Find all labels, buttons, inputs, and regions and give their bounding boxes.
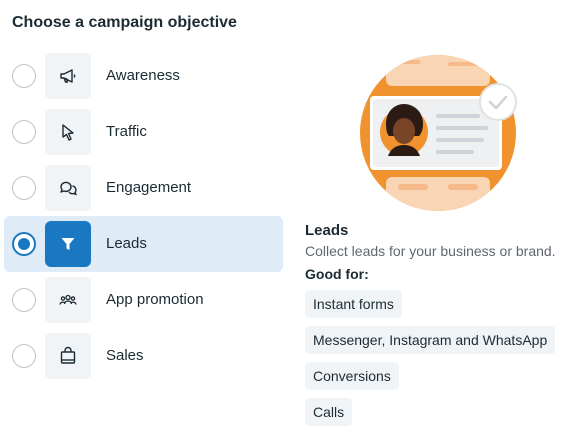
radio-awareness[interactable] — [12, 64, 36, 88]
good-for-label: Good for: — [305, 266, 369, 282]
option-traffic[interactable]: Traffic — [4, 104, 283, 160]
option-label: Traffic — [106, 123, 147, 140]
option-label: Sales — [106, 347, 144, 364]
good-for-chip: Calls — [305, 398, 353, 426]
good-for-chip: Conversions — [305, 362, 399, 390]
option-label: Awareness — [106, 67, 180, 84]
option-engagement[interactable]: Engagement — [4, 160, 283, 216]
objective-list: Awareness Traffic Engagement Leads App p… — [4, 48, 283, 384]
radio-app-promotion[interactable] — [12, 288, 36, 312]
leads-illustration — [358, 52, 518, 214]
objective-detail: Leads Collect leads for your business or… — [305, 222, 575, 434]
radio-traffic[interactable] — [12, 120, 36, 144]
shopping-bag-icon — [45, 333, 91, 379]
radio-leads[interactable] — [12, 232, 36, 256]
option-app-promotion[interactable]: App promotion — [4, 272, 283, 328]
radio-engagement[interactable] — [12, 176, 36, 200]
option-sales[interactable]: Sales — [4, 328, 283, 384]
good-for-chips: Instant forms Messenger, Instagram and W… — [305, 290, 575, 434]
filter-icon — [45, 221, 91, 267]
option-leads[interactable]: Leads — [4, 216, 283, 272]
option-label: App promotion — [106, 291, 204, 308]
megaphone-icon — [45, 53, 91, 99]
radio-sales[interactable] — [12, 344, 36, 368]
option-label: Engagement — [106, 179, 192, 196]
option-awareness[interactable]: Awareness — [4, 48, 283, 104]
good-for-chip: Messenger, Instagram and WhatsApp — [305, 326, 556, 354]
chat-bubbles-icon — [45, 165, 91, 211]
detail-description: Collect leads for your business or brand… — [305, 243, 556, 259]
cursor-icon — [45, 109, 91, 155]
option-label: Leads — [106, 235, 147, 252]
detail-title: Leads — [305, 222, 349, 239]
people-icon — [45, 277, 91, 323]
page-title: Choose a campaign objective — [12, 14, 237, 31]
good-for-chip: Instant forms — [305, 290, 402, 318]
